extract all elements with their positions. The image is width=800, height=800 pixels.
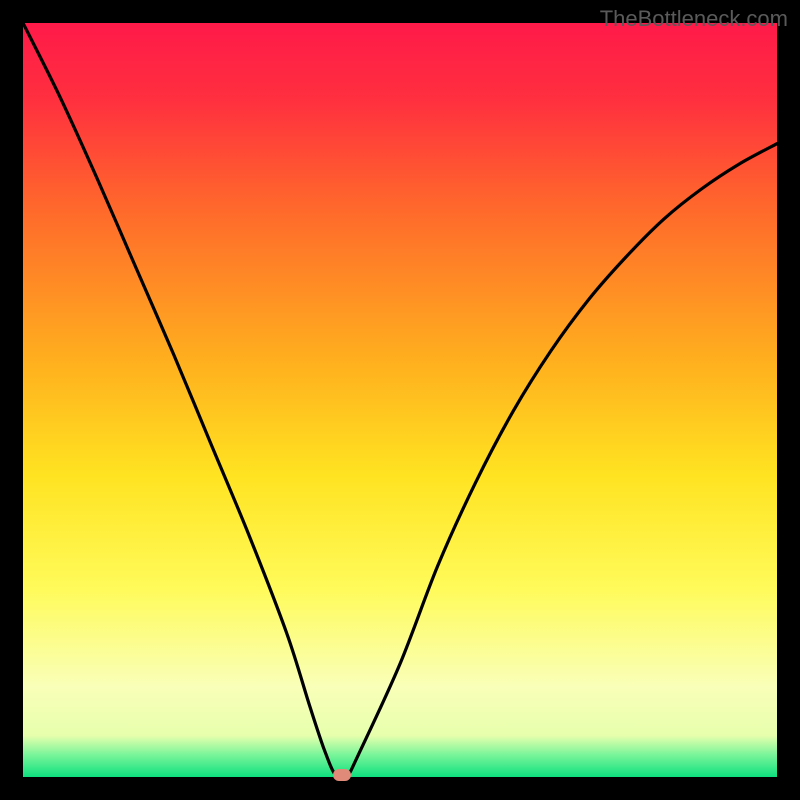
watermark-text: TheBottleneck.com xyxy=(600,6,788,32)
chart-container: TheBottleneck.com xyxy=(0,0,800,800)
chart-svg xyxy=(23,23,777,777)
optimal-point-marker xyxy=(333,769,351,781)
plot-frame xyxy=(23,23,777,777)
